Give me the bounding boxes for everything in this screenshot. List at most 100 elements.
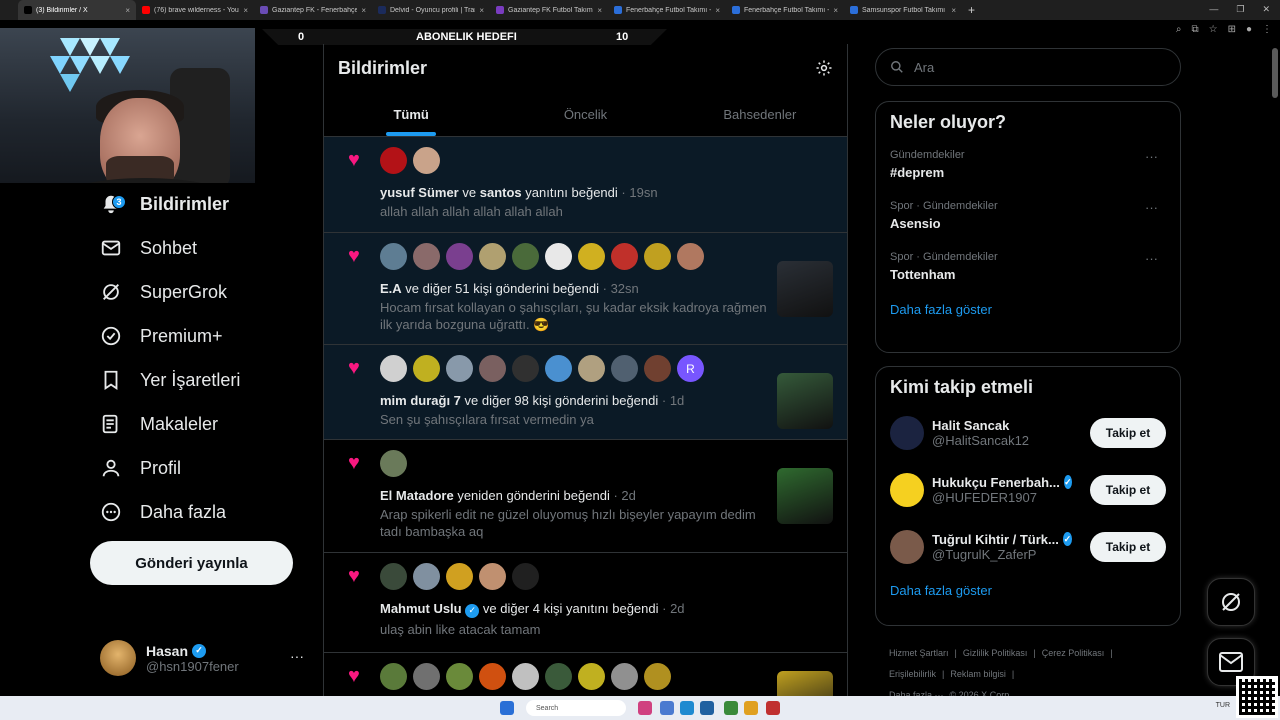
follow-suggestion[interactable]: Hukukçu Fenerbah... ✓ @HUFEDER1907 Takip… [890,461,1166,518]
footer-link[interactable]: Reklam bilgisi [950,669,1006,679]
account-switcher[interactable]: Hasan ✓ @hsn1907fener ··· [100,638,310,678]
liker-avatar[interactable] [611,663,638,690]
nav-item-sohbet[interactable]: Sohbet [100,230,197,266]
browser-tab[interactable]: Fenerbahçe Futbol Takımı - 202 × [608,0,726,20]
chrome-icon[interactable] [744,701,758,715]
tab-close-icon[interactable]: × [597,6,602,15]
extensions-icon[interactable]: ⊞ [1228,24,1236,35]
trend-more-icon[interactable]: ··· [1145,200,1158,215]
post-thumbnail[interactable] [777,671,833,696]
taskbar-search[interactable]: Search [526,700,626,716]
tab-close-icon[interactable]: × [243,6,248,15]
notification-item[interactable]: ♥ E.A ve diğer 51 kişi gönderini beğendi… [324,233,847,345]
tab-mentions[interactable]: Bahsedenler [673,92,847,136]
liker-avatar[interactable] [380,243,407,270]
page-scrollbar[interactable] [1272,48,1278,98]
post-button[interactable]: Gönderi yayınla [90,541,293,585]
liker-avatar[interactable] [644,663,671,690]
liker-avatar[interactable] [413,563,440,590]
footer-link[interactable]: Gizlilik Politikası [963,648,1028,658]
liker-avatar[interactable] [446,355,473,382]
trend-item[interactable]: Gündemdekiler #deprem ··· [890,149,1166,180]
nav-item-supergrok[interactable]: SuperGrok [100,274,227,310]
liker-avatar[interactable] [413,243,440,270]
liker-avatar[interactable] [479,355,506,382]
grok-float-button[interactable] [1207,578,1255,626]
cast-icon[interactable]: ⧉ [1191,24,1198,35]
liker-avatar[interactable] [380,563,407,590]
minimize-icon[interactable]: — [1209,4,1218,15]
liker-avatar[interactable] [611,355,638,382]
notification-item[interactable]: ♥ R mim durağı 7 ve diğer 98 kişi gönder… [324,345,847,440]
browser-tab[interactable]: (3) Bildirimler / X × [18,0,136,20]
taskbar-app-icon[interactable] [724,701,738,715]
liker-avatar[interactable] [578,355,605,382]
zoom-icon[interactable]: ⌕ [1176,24,1182,35]
browser-tab[interactable]: Fenerbahçe Futbol Takımı - 202 × [726,0,844,20]
search-input[interactable]: Ara [875,48,1181,86]
browser-tab[interactable]: (76) brave wilderness - YouTube × [136,0,254,20]
actor-name[interactable]: mim durağı 7 [380,393,461,408]
browser-tab[interactable]: Gaziantep FK Futbol Takımı - 20 × [490,0,608,20]
liker-avatar[interactable] [446,663,473,690]
bookmark-star-icon[interactable]: ☆ [1209,24,1218,35]
liker-avatar[interactable] [380,663,407,690]
actor-name[interactable]: El Matadore [380,488,454,503]
tab-close-icon[interactable]: × [479,6,484,15]
post-thumbnail[interactable] [777,261,833,317]
browser-tab[interactable]: Delvid - Oyuncu profili | Transfe × [372,0,490,20]
liker-avatar[interactable] [545,663,572,690]
liker-avatar[interactable] [380,147,407,174]
avatar[interactable] [890,472,924,507]
liker-avatar[interactable] [380,355,407,382]
post-thumbnail[interactable] [777,468,833,524]
liker-avatar[interactable] [413,355,440,382]
close-window-icon[interactable]: ✕ [1262,4,1270,15]
liker-avatar[interactable] [479,563,506,590]
follow-suggestion[interactable]: Tuğrul Kihtir / Türk... ✓ @TugrulK_Zafer… [890,518,1166,575]
liker-avatar[interactable] [578,243,605,270]
liker-avatar[interactable] [611,243,638,270]
post-thumbnail[interactable] [777,373,833,429]
tab-priority[interactable]: Öncelik [498,92,672,136]
footer-link[interactable]: Hizmet Şartları [889,648,949,658]
liker-avatar[interactable] [479,663,506,690]
more-options-icon[interactable]: ··· [290,648,304,664]
new-tab-button[interactable]: + [968,3,975,17]
liker-avatar[interactable] [578,663,605,690]
avatar[interactable] [890,529,924,564]
liker-avatar[interactable] [380,450,407,477]
notification-item[interactable]: ♥ El Matadore yeniden gönderini beğendi … [324,440,847,553]
liker-avatar[interactable] [413,663,440,690]
tab-close-icon[interactable]: × [125,6,130,15]
taskbar-app-icon[interactable] [660,701,674,715]
actor-name[interactable]: E.A [380,281,402,296]
nav-item-bildirimler[interactable]: 3 Bildirimler [100,186,229,222]
liker-avatar[interactable] [644,355,671,382]
liker-avatar[interactable] [545,355,572,382]
liker-avatar[interactable]: R [677,355,704,382]
liker-avatar[interactable] [512,355,539,382]
edge-icon[interactable] [680,701,694,715]
windows-start-icon[interactable] [500,701,514,715]
liker-avatar[interactable] [545,243,572,270]
nav-item-daha-fazla[interactable]: Daha fazla [100,494,226,530]
footer-link[interactable]: Erişilebilirlik [889,669,936,679]
tab-close-icon[interactable]: × [833,6,838,15]
follow-suggestion[interactable]: Halit Sancak @HalitSancak12 Takip et [890,404,1166,461]
taskbar-app-icon[interactable] [638,701,652,715]
nav-item-profil[interactable]: Profil [100,450,181,486]
menu-icon[interactable]: ⋮ [1262,24,1272,35]
liker-avatar[interactable] [512,563,539,590]
browser-tab[interactable]: Gaziantep FK - Fenerbahçe Maç × [254,0,372,20]
system-tray-language[interactable]: TUR [1216,702,1230,709]
liker-avatar[interactable] [677,243,704,270]
liker-avatar[interactable] [479,243,506,270]
liker-avatar[interactable] [512,243,539,270]
follow-button[interactable]: Takip et [1090,417,1166,448]
trends-show-more-link[interactable]: Daha fazla göster [890,302,1166,317]
trend-more-icon[interactable]: ··· [1145,149,1158,164]
notification-item[interactable]: ♥ Mahmut Uslu ✓ ve diğer 4 kişi yanıtını… [324,553,847,653]
nav-item-yer-i-aretleri[interactable]: Yer İşaretleri [100,362,240,398]
notification-item[interactable]: ♥ [324,653,847,696]
